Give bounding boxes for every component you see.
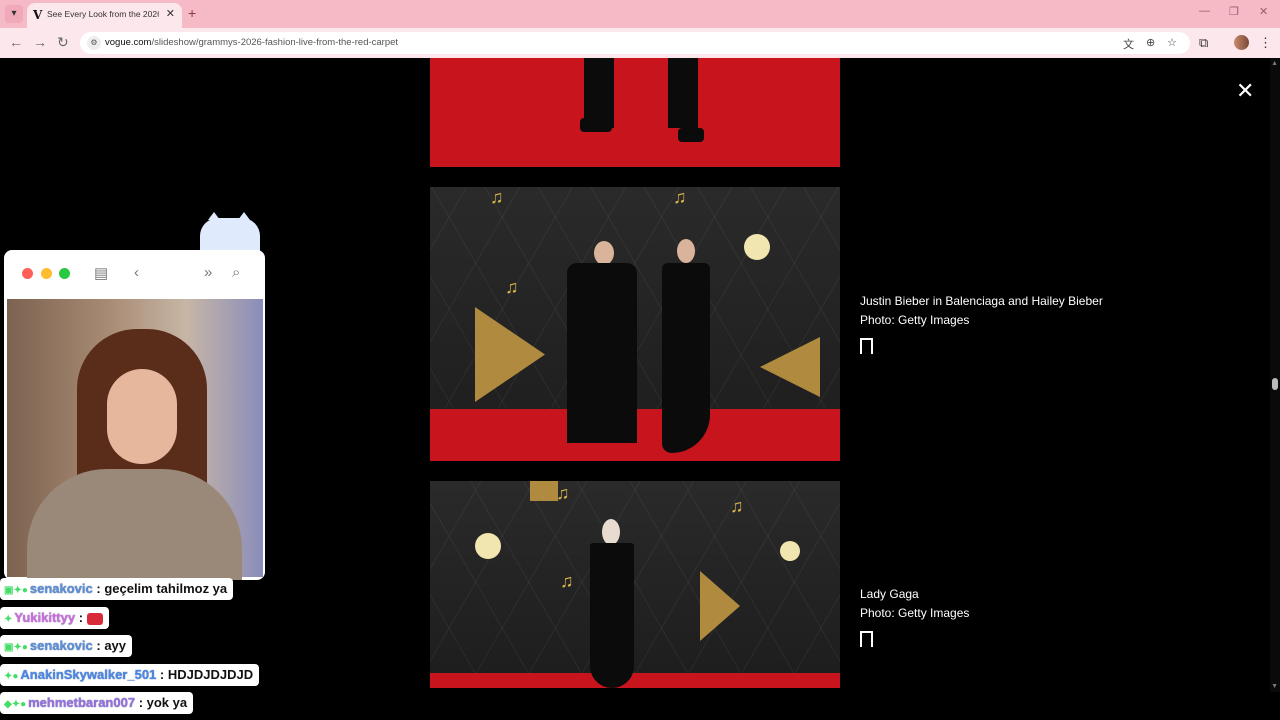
- profile-avatar[interactable]: [1234, 35, 1249, 50]
- window-close-dot-icon: [22, 268, 33, 279]
- close-slideshow-icon[interactable]: ✕: [1236, 80, 1254, 102]
- grammy-icon: ♫: [560, 571, 574, 591]
- cbs-logo-icon: [744, 234, 770, 260]
- emote-icon: [86, 612, 103, 625]
- back-icon[interactable]: ←: [9, 34, 23, 50]
- caption-text: Lady Gaga: [860, 587, 919, 601]
- forward-icon[interactable]: →: [33, 34, 47, 50]
- chat-message: ◆✦● mehmetbaran007 : yok ya: [0, 692, 194, 714]
- grammy-icon: ♫: [730, 496, 744, 516]
- cbs-logo-icon: [475, 533, 501, 559]
- bookmark-star-icon[interactable]: ☆: [1167, 36, 1177, 49]
- window-close-icon[interactable]: ✕: [1259, 5, 1268, 18]
- tab-close-icon[interactable]: ✕: [166, 7, 175, 20]
- webcam-overlay: ▤ ‹ » ⌕: [4, 250, 265, 580]
- grammy-icon: ♫: [505, 277, 519, 297]
- slide-photo-previous: [430, 58, 840, 167]
- tab-active[interactable]: V See Every Look from the 2026 G ✕: [27, 3, 182, 28]
- chat-badge-icon: ✦●: [4, 671, 19, 682]
- chat-message: ✦ Yukikittyy :: [0, 607, 109, 629]
- scrollbar[interactable]: ▲ ▼: [1270, 58, 1280, 692]
- photo-credit: Photo: Getty Images: [860, 606, 970, 620]
- vogue-favicon-icon: V: [33, 8, 43, 22]
- scroll-up-icon[interactable]: ▲: [1271, 60, 1278, 67]
- window-zoom-dot-icon: [59, 268, 70, 279]
- window-minimize-dot-icon: [41, 268, 52, 279]
- chat-badge-icon: ▣✦●: [4, 642, 28, 653]
- new-tab-icon[interactable]: +: [188, 5, 196, 21]
- site-info-icon[interactable]: ⚙: [87, 36, 101, 50]
- url-text[interactable]: vogue.com/slideshow/grammys-2026-fashion…: [105, 37, 398, 48]
- grammy-icon: ♫: [490, 187, 504, 207]
- scroll-down-icon[interactable]: ▼: [1271, 683, 1278, 690]
- zoom-icon[interactable]: ⊕: [1146, 36, 1155, 49]
- slide-caption: Lady Gaga Photo: Getty Images: [860, 585, 969, 623]
- extensions-icon[interactable]: ⧉: [1199, 35, 1208, 51]
- webcam-video: [7, 299, 263, 580]
- maximize-icon[interactable]: ❐: [1229, 5, 1239, 18]
- bookmark-icon[interactable]: [860, 631, 873, 648]
- bookmark-icon[interactable]: [860, 338, 873, 355]
- menu-icon[interactable]: ⋮: [1259, 35, 1272, 51]
- minimize-icon[interactable]: —: [1199, 5, 1210, 17]
- translate-icon[interactable]: 文: [1123, 36, 1134, 52]
- chevron-left-icon: ‹: [134, 264, 139, 281]
- tab-title: See Every Look from the 2026 G: [47, 9, 159, 19]
- grammy-icon: ♫: [556, 483, 570, 503]
- chat-message: ▣✦● senakovic : geçelim tahilmoz ya: [0, 578, 234, 600]
- chevron-double-right-icon: »: [204, 264, 213, 281]
- slide-photo-lady-gaga[interactable]: ♫ ♫ ♫: [430, 481, 840, 688]
- grammy-icon: ♫: [673, 187, 687, 207]
- chat-badge-icon: ✦: [4, 614, 13, 625]
- scroll-thumb[interactable]: [1272, 378, 1278, 390]
- slide-caption: Justin Bieber in Balenciaga and Hailey B…: [860, 292, 1103, 330]
- caption-text: Justin Bieber in Balenciaga and Hailey B…: [860, 294, 1103, 308]
- tab-search-icon[interactable]: ▾: [5, 5, 23, 23]
- chat-message: ▣✦● senakovic : ayy: [0, 635, 133, 657]
- chat-message: ✦● AnakinSkywalker_501 : HDJDJDJDJD: [0, 664, 260, 686]
- slide-photo-bieber[interactable]: ♫ ♫ ♫: [430, 187, 840, 461]
- browser-toolbar: ← → ↻ ⚙ vogue.com/slideshow/grammys-2026…: [0, 28, 1280, 58]
- reload-icon[interactable]: ↻: [57, 34, 69, 51]
- search-icon: ⌕: [232, 264, 241, 281]
- chat-badge-icon: ▣✦●: [4, 585, 28, 596]
- photo-credit: Photo: Getty Images: [860, 313, 970, 327]
- address-bar[interactable]: ⚙ vogue.com/slideshow/grammys-2026-fashi…: [80, 32, 1190, 54]
- chat-badge-icon: ◆✦●: [4, 699, 27, 710]
- sidebar-icon: ▤: [94, 265, 109, 282]
- tab-strip: ▾ V See Every Look from the 2026 G ✕ + —…: [0, 0, 1280, 28]
- cbs-logo-icon: [780, 541, 800, 561]
